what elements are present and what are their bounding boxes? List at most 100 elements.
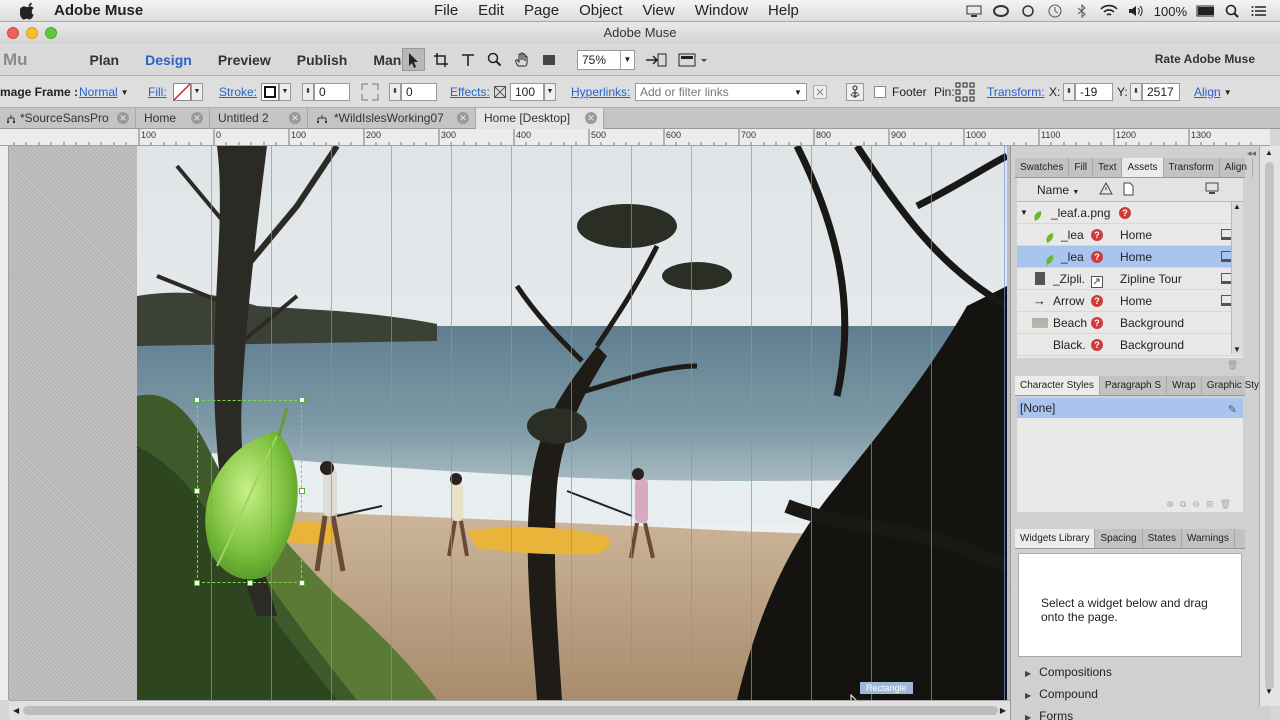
design-canvas[interactable]: Rectangle bbox=[9, 146, 1010, 700]
stepper-icon[interactable]: ⬍ bbox=[1130, 83, 1142, 101]
selection-handle[interactable] bbox=[194, 580, 200, 586]
selection-box[interactable] bbox=[197, 400, 302, 583]
tab-states[interactable]: States bbox=[1143, 529, 1182, 548]
asset-row-selected[interactable]: _lea ? Home bbox=[1017, 246, 1243, 268]
text-tool-icon[interactable] bbox=[456, 48, 479, 71]
scroll-left-icon[interactable]: ◀ bbox=[13, 706, 19, 715]
missing-asset-icon[interactable]: ? bbox=[1091, 229, 1103, 241]
close-tab-icon[interactable]: ✕ bbox=[457, 112, 469, 124]
missing-asset-icon[interactable]: ? bbox=[1119, 207, 1131, 219]
tab-swatches[interactable]: Swatches bbox=[1015, 158, 1070, 177]
style-row-none[interactable]: [None] ✎ bbox=[1017, 398, 1243, 418]
close-icon[interactable] bbox=[7, 27, 19, 39]
close-tab-icon[interactable]: ✕ bbox=[191, 112, 203, 124]
trash-icon[interactable]: 🗑 bbox=[1227, 360, 1238, 371]
mode-preview[interactable]: Preview bbox=[218, 52, 271, 68]
selection-handle[interactable] bbox=[299, 397, 305, 403]
tab-fill[interactable]: Fill bbox=[1069, 158, 1094, 177]
hyperlinks-field[interactable]: Add or filter links bbox=[635, 76, 807, 108]
horizontal-ruler[interactable]: 100 0 100 200 300 400 500 600 700 800 90… bbox=[0, 129, 1270, 146]
spotlight-search-icon[interactable] bbox=[1223, 4, 1241, 18]
x-value[interactable]: -19 bbox=[1075, 83, 1113, 101]
fill-label-text[interactable]: Fill: bbox=[148, 85, 167, 99]
asset-row[interactable]: _Zipli. Zipline Tour bbox=[1017, 268, 1243, 290]
frame-state-select[interactable]: Normal ▼ bbox=[79, 76, 129, 108]
clear-link-icon[interactable] bbox=[813, 76, 827, 108]
missing-asset-icon[interactable]: ? bbox=[1091, 251, 1103, 263]
sort-by-name[interactable]: Name ▼ bbox=[1037, 183, 1079, 197]
tab-text[interactable]: Text bbox=[1093, 158, 1123, 177]
stepper-icon[interactable]: ⬍ bbox=[302, 83, 314, 101]
tab-wrap[interactable]: Wrap bbox=[1167, 376, 1202, 395]
volume-icon[interactable] bbox=[1127, 4, 1145, 18]
doc-tab-untitled-2[interactable]: Untitled 2 ✕ bbox=[210, 108, 308, 129]
zoom-level-select[interactable]: 75% ▼ bbox=[577, 50, 635, 70]
selection-handle[interactable] bbox=[194, 397, 200, 403]
chevron-down-icon[interactable]: ▼ bbox=[794, 76, 802, 108]
app-menu[interactable]: Adobe Muse bbox=[54, 2, 143, 19]
doc-tab-home-desktop[interactable]: Home [Desktop] ✕ bbox=[476, 108, 604, 129]
widget-group-compound[interactable]: Compound bbox=[1025, 687, 1098, 701]
scroll-right-icon[interactable]: ▶ bbox=[1000, 706, 1006, 715]
menu-window[interactable]: Window bbox=[695, 2, 748, 19]
fill-swatch[interactable]: ▼ bbox=[173, 76, 203, 108]
close-tab-icon[interactable]: ✕ bbox=[289, 112, 301, 124]
mode-plan[interactable]: Plan bbox=[90, 52, 120, 68]
widget-group-forms[interactable]: Forms bbox=[1025, 709, 1073, 720]
mode-publish[interactable]: Publish bbox=[297, 52, 348, 68]
creative-cloud-icon[interactable] bbox=[992, 4, 1010, 18]
menu-object[interactable]: Object bbox=[579, 2, 622, 19]
y-value[interactable]: 2517 bbox=[1142, 83, 1180, 101]
doc-tab-wildisles[interactable]: *WildIslesWorking07 ✕ bbox=[308, 108, 476, 129]
selection-handle[interactable] bbox=[299, 580, 305, 586]
widget-group-compositions[interactable]: Compositions bbox=[1025, 665, 1112, 679]
doc-tab-home[interactable]: Home ✕ bbox=[136, 108, 210, 129]
sync-icon[interactable] bbox=[1019, 4, 1037, 18]
stepper-icon[interactable]: ⬍ bbox=[389, 83, 401, 101]
corner-radius-field[interactable]: ⬍ 0 bbox=[389, 76, 437, 108]
stroke-swatch[interactable]: ▼ bbox=[261, 76, 291, 108]
tab-widgets-library[interactable]: Widgets Library bbox=[1015, 529, 1096, 548]
close-tab-icon[interactable]: ✕ bbox=[585, 112, 597, 124]
close-tab-icon[interactable]: ✕ bbox=[117, 112, 129, 124]
chevron-down-icon[interactable]: ▼ bbox=[279, 83, 291, 101]
missing-asset-icon[interactable]: ? bbox=[1091, 295, 1103, 307]
checkbox-icon[interactable] bbox=[874, 86, 886, 98]
assets-scrollbar[interactable]: ▲ ▼ bbox=[1231, 202, 1243, 354]
horizontal-scrollbar[interactable]: ◀ ▶ bbox=[9, 700, 1010, 720]
selection-handle[interactable] bbox=[299, 488, 305, 494]
asset-row[interactable]: → Arrow ? Home bbox=[1017, 290, 1243, 312]
apple-icon[interactable] bbox=[18, 1, 38, 21]
doc-tab-sourcesanspro[interactable]: *SourceSansPro ✕ bbox=[0, 108, 136, 129]
align-select[interactable]: Align ▼ bbox=[1194, 76, 1232, 108]
preview-page-icon[interactable] bbox=[678, 52, 710, 71]
pin-grid-icon[interactable] bbox=[955, 76, 975, 108]
menu-help[interactable]: Help bbox=[768, 2, 799, 19]
scroll-up-icon[interactable]: ▲ bbox=[1265, 148, 1273, 157]
menu-file[interactable]: File bbox=[434, 2, 458, 19]
tab-assets[interactable]: Assets bbox=[1122, 158, 1164, 177]
battery-icon[interactable] bbox=[1196, 4, 1214, 18]
time-machine-icon[interactable] bbox=[1046, 4, 1064, 18]
mode-design[interactable]: Design bbox=[145, 52, 192, 68]
rate-adobe-muse-link[interactable]: Rate Adobe Muse bbox=[1155, 52, 1255, 66]
display-icon[interactable] bbox=[965, 4, 983, 18]
stroke-label-text[interactable]: Stroke: bbox=[219, 85, 257, 99]
warning-sort-icon[interactable] bbox=[1099, 181, 1113, 198]
device-sort-icon[interactable] bbox=[1205, 182, 1219, 197]
hyperlinks-label-text[interactable]: Hyperlinks: bbox=[571, 85, 630, 99]
scroll-down-icon[interactable]: ▼ bbox=[1233, 345, 1241, 354]
menu-edit[interactable]: Edit bbox=[478, 2, 504, 19]
scroll-down-icon[interactable]: ▼ bbox=[1265, 687, 1273, 696]
beach-background-image[interactable] bbox=[137, 146, 1007, 700]
selection-handle[interactable] bbox=[247, 580, 253, 586]
scrollbar-thumb[interactable] bbox=[1265, 162, 1274, 690]
notification-center-icon[interactable] bbox=[1250, 4, 1268, 18]
disclosure-triangle-icon[interactable]: ▼ bbox=[1020, 202, 1028, 224]
scroll-up-icon[interactable]: ▲ bbox=[1233, 202, 1241, 211]
stroke-width-field[interactable]: ⬍ 0 bbox=[302, 76, 350, 108]
asset-row[interactable]: Beach ? Background bbox=[1017, 312, 1243, 334]
wifi-icon[interactable] bbox=[1100, 4, 1118, 18]
corner-radius-value[interactable]: 0 bbox=[401, 83, 437, 101]
asset-row[interactable]: ▼ _leaf.a.png ? bbox=[1017, 202, 1243, 224]
